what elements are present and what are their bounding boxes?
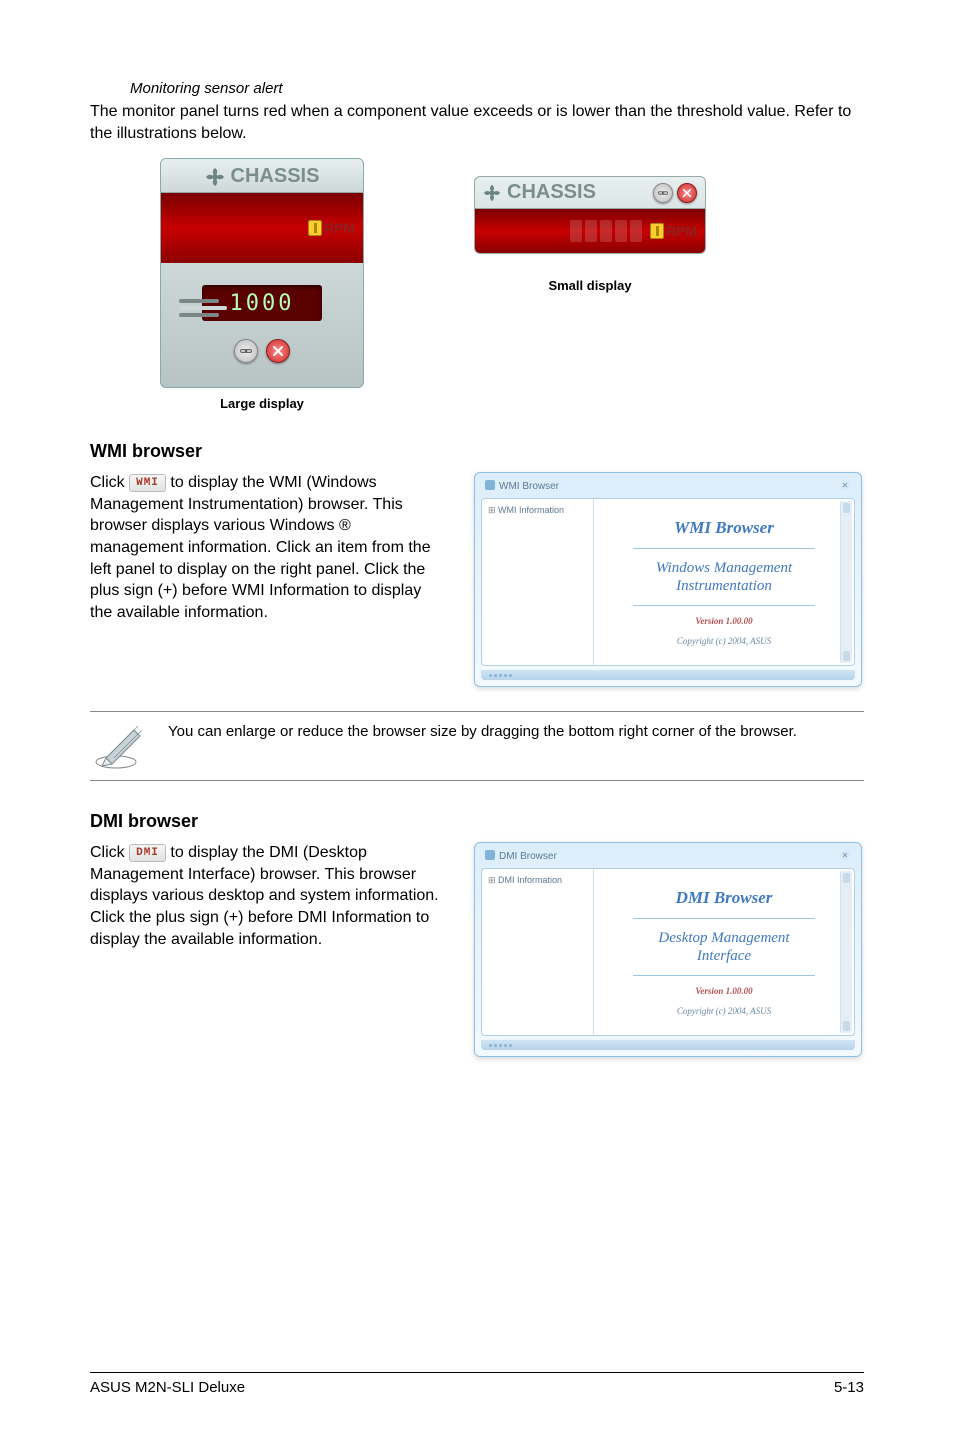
dmi-browser-body: Click DMI to display the DMI (Desktop Ma… bbox=[90, 842, 444, 950]
resize-grip[interactable] bbox=[481, 1040, 855, 1050]
dmi-browser-window: DMI Browser ⊞ DMI Information DMI Browse… bbox=[474, 842, 862, 1057]
window-close-icon[interactable] bbox=[839, 849, 851, 864]
close-icon[interactable] bbox=[677, 183, 697, 203]
close-icon[interactable] bbox=[266, 339, 290, 363]
dmi-copyright: Copyright (c) 2004, ASUS bbox=[677, 1006, 771, 1016]
footer-left: ASUS M2N-SLI Deluxe bbox=[90, 1379, 245, 1396]
dmi-button[interactable]: DMI bbox=[129, 844, 166, 863]
rpm-badge-small: RPM bbox=[650, 223, 697, 239]
app-icon bbox=[485, 480, 495, 493]
slider-handle-icon bbox=[179, 299, 227, 317]
wmi-version: Version 1.00.00 bbox=[695, 616, 752, 626]
monitoring-sensor-alert-body: The monitor panel turns red when a compo… bbox=[90, 101, 864, 144]
wmi-pre-text: Click bbox=[90, 474, 129, 491]
wmi-content-sub2: Instrumentation bbox=[656, 577, 792, 595]
dmi-content-sub2: Interface bbox=[658, 947, 789, 965]
wmi-post-text: to display the WMI (Windows Management I… bbox=[90, 474, 431, 621]
wmi-browser-heading: WMI browser bbox=[90, 441, 864, 462]
wmi-tree-panel[interactable]: ⊞ WMI Information bbox=[482, 499, 594, 665]
wmi-tree-root[interactable]: WMI Information bbox=[498, 505, 564, 515]
dmi-browser-heading: DMI browser bbox=[90, 811, 864, 832]
chassis-small-panel: CHASSIS RPM bbox=[474, 176, 706, 254]
footer-right: 5-13 bbox=[834, 1379, 864, 1396]
rpm-badge-large: RPM bbox=[308, 220, 355, 236]
scrollbar[interactable] bbox=[840, 501, 852, 663]
wmi-content-panel: WMI Browser Windows Management Instrumen… bbox=[594, 499, 854, 665]
wmi-button[interactable]: WMI bbox=[129, 474, 166, 493]
fan-icon bbox=[205, 167, 225, 187]
scrollbar[interactable] bbox=[840, 871, 852, 1033]
wmi-content-sub1: Windows Management bbox=[656, 559, 792, 577]
chassis-small-title: CHASSIS bbox=[507, 181, 596, 204]
dmi-content-title: DMI Browser bbox=[676, 888, 773, 908]
wmi-window-title: WMI Browser bbox=[499, 481, 559, 492]
wmi-content-title: WMI Browser bbox=[674, 518, 774, 538]
digital-placeholder bbox=[570, 220, 642, 242]
small-display-caption: Small display bbox=[548, 278, 631, 293]
dmi-pre-text: Click bbox=[90, 844, 129, 861]
rpm-label-small: RPM bbox=[666, 223, 697, 239]
settings-icon[interactable] bbox=[234, 339, 258, 363]
dmi-tree-root[interactable]: DMI Information bbox=[498, 875, 562, 885]
pencil-icon bbox=[94, 722, 148, 770]
dmi-window-title: DMI Browser bbox=[499, 851, 557, 862]
note-callout: You can enlarge or reduce the browser si… bbox=[90, 711, 864, 781]
settings-icon[interactable] bbox=[653, 183, 673, 203]
chassis-large-panel: CHASSIS RPM 1000 bbox=[160, 158, 364, 388]
resize-grip[interactable] bbox=[481, 670, 855, 680]
dmi-content-sub1: Desktop Management bbox=[658, 929, 789, 947]
rpm-label-large: RPM bbox=[324, 220, 355, 236]
note-text: You can enlarge or reduce the browser si… bbox=[168, 722, 797, 742]
fan-icon bbox=[483, 184, 501, 202]
chassis-large-title: CHASSIS bbox=[231, 165, 320, 188]
chassis-large-header: CHASSIS bbox=[161, 159, 363, 193]
dmi-content-panel: DMI Browser Desktop Management Interface… bbox=[594, 869, 854, 1035]
window-close-icon[interactable] bbox=[839, 479, 851, 494]
large-display-caption: Large display bbox=[220, 396, 304, 411]
wmi-copyright: Copyright (c) 2004, ASUS bbox=[677, 636, 771, 646]
rpm-indicator-icon bbox=[308, 220, 322, 236]
wmi-browser-body: Click WMI to display the WMI (Windows Ma… bbox=[90, 472, 444, 623]
monitoring-sensor-alert-heading: Monitoring sensor alert bbox=[130, 80, 864, 97]
dmi-tree-panel[interactable]: ⊞ DMI Information bbox=[482, 869, 594, 1035]
rpm-indicator-icon bbox=[650, 223, 664, 239]
dmi-version: Version 1.00.00 bbox=[695, 986, 752, 996]
wmi-browser-window: WMI Browser ⊞ WMI Information WMI Browse… bbox=[474, 472, 862, 687]
app-icon bbox=[485, 850, 495, 863]
